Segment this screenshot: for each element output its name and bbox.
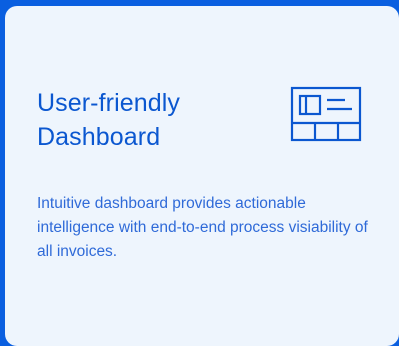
dashboard-layout-icon <box>290 86 364 144</box>
card-description: Intuitive dashboard provides actionable … <box>37 195 368 260</box>
feature-card: User-friendly Dashboard Intuitive dashbo… <box>5 6 399 346</box>
card-title: User-friendly Dashboard <box>37 89 180 151</box>
